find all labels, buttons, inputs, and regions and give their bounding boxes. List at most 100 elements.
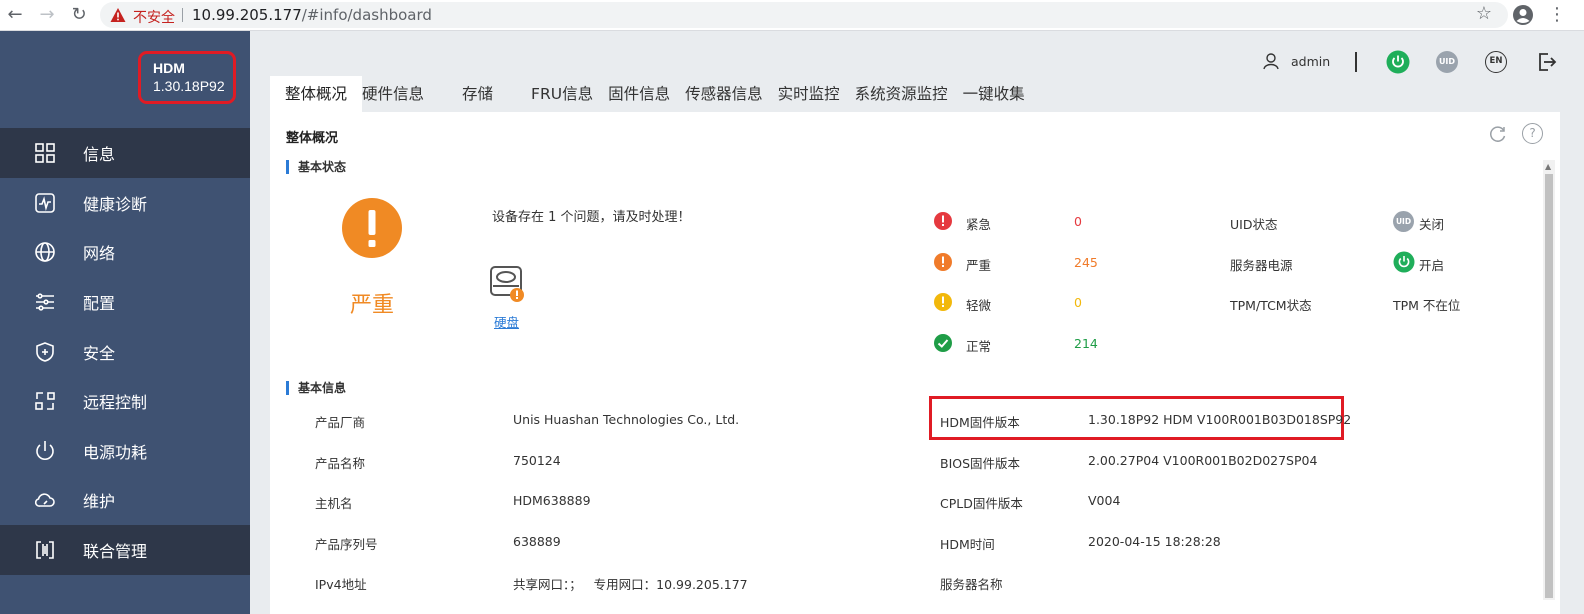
sidebar-item-remote-control[interactable]: 远程控制 <box>0 376 250 426</box>
info-label: 产品序列号 <box>315 537 378 552</box>
sliders-icon <box>31 288 59 316</box>
back-arrow-icon[interactable]: ← <box>4 4 26 26</box>
profile-avatar-icon[interactable] <box>1512 4 1534 26</box>
url-host: 10.99.205.177 <box>192 6 302 24</box>
logout-icon[interactable] <box>1534 50 1558 74</box>
sidebar-item-config[interactable]: 配置 <box>0 277 250 327</box>
reload-icon[interactable]: ↻ <box>68 4 90 26</box>
tab-bar: 整体概况 硬件信息 存储 FRU信息 固件信息 传感器信息 实时监控 系统资源监… <box>270 76 1040 112</box>
info-value: 共享网口：； 专用网口：10.99.205.177 <box>513 577 748 592</box>
tab-system-resources[interactable]: 系统资源监控 <box>855 76 963 112</box>
sidebar-item-federation[interactable]: 联合管理 <box>0 525 250 575</box>
uid-button[interactable]: UID <box>1436 51 1458 73</box>
uid-status-value: 关闭 <box>1419 217 1445 232</box>
scrollbar-thumb[interactable] <box>1545 174 1553 598</box>
uid-status-label: UID状态 <box>1230 217 1278 232</box>
info-label: CPLD固件版本 <box>940 496 1023 511</box>
severe-small-icon <box>934 253 952 271</box>
count-severe-value[interactable]: 245 <box>1074 255 1098 270</box>
sidebar-item-security[interactable]: 安全 <box>0 327 250 377</box>
sidebar-item-health[interactable]: 健康诊断 <box>0 178 250 228</box>
info-label: 产品厂商 <box>315 415 366 430</box>
sidebar-item-label: 远程控制 <box>83 393 148 412</box>
info-value: 638889 <box>513 534 561 549</box>
tab-storage[interactable]: 存储 <box>454 76 531 112</box>
normal-check-icon <box>934 334 952 352</box>
server-power-label: 服务器电源 <box>1230 258 1293 273</box>
info-value: 2020-04-15 18:28:28 <box>1088 534 1221 549</box>
tpm-status-label: TPM/TCM状态 <box>1230 298 1312 313</box>
tab-fru[interactable]: FRU信息 <box>531 76 608 112</box>
panel-title: 整体概况 <box>286 131 339 146</box>
federation-icon <box>31 536 59 564</box>
overall-status-text: 严重 <box>350 293 395 318</box>
info-value: Unis Huashan Technologies Co., Ltd. <box>513 412 740 427</box>
header-divider <box>1355 52 1357 72</box>
url-path: /#info/dashboard <box>301 6 432 24</box>
problem-message: 设备存在 1 个问题，请及时处理！ <box>492 210 691 225</box>
tab-firmware[interactable]: 固件信息 <box>608 76 685 112</box>
help-icon[interactable]: ? <box>1522 123 1543 144</box>
forward-arrow-icon[interactable]: → <box>36 4 58 26</box>
browser-menu-icon[interactable]: ⋮ <box>1548 4 1566 26</box>
power-on-icon <box>1393 251 1415 273</box>
shield-plus-icon <box>31 338 59 366</box>
info-label: HDM时间 <box>940 537 995 552</box>
sidebar-item-info[interactable]: 信息 <box>0 128 250 178</box>
sidebar-item-label: 健康诊断 <box>83 195 148 214</box>
uid-status-badge: UID <box>1393 211 1414 232</box>
panel-scrollbar[interactable] <box>1543 160 1555 600</box>
power-status-button-icon[interactable] <box>1386 50 1410 74</box>
count-normal-label: 正常 <box>966 339 992 354</box>
username[interactable]: admin <box>1291 54 1330 69</box>
sidebar-item-maintenance[interactable]: 维护 <box>0 475 250 525</box>
brand-name: HDM <box>153 60 185 76</box>
count-normal-value[interactable]: 214 <box>1074 336 1098 351</box>
count-severe-label: 严重 <box>966 258 992 273</box>
basic-status-title: 基本状态 <box>286 160 346 174</box>
hard-disk-icon[interactable] <box>489 264 529 304</box>
sidebar-item-network[interactable]: 网络 <box>0 227 250 277</box>
info-label: 主机名 <box>315 496 353 511</box>
server-power-value: 开启 <box>1419 258 1445 273</box>
sidebar-item-label: 信息 <box>83 145 116 164</box>
sidebar: HDM 1.30.18P92 信息 健康诊断 网络 配置 安全 远程控制 电源功… <box>0 31 250 614</box>
insecure-label: 不安全 <box>133 10 175 26</box>
refresh-icon[interactable] <box>1488 124 1508 144</box>
problem-item-link[interactable]: 硬盘 <box>494 312 519 331</box>
count-urgent-label: 紧急 <box>966 217 992 232</box>
sidebar-item-label: 配置 <box>83 294 116 313</box>
sidebar-item-power[interactable]: 电源功耗 <box>0 426 250 476</box>
scroll-up-arrow-icon[interactable]: ▲ <box>1545 162 1551 171</box>
info-value: 750124 <box>513 453 561 468</box>
browser-toolbar: ← → ↻ 不安全 10.99.205.177/#info/dashboard … <box>0 0 1584 31</box>
tpm-status-value: TPM 不在位 <box>1393 298 1461 313</box>
count-minor-label: 轻微 <box>966 298 992 313</box>
address-bar[interactable]: 不安全 10.99.205.177/#info/dashboard <box>100 2 1508 28</box>
minor-alert-icon <box>934 293 952 311</box>
user-icon <box>1263 53 1279 70</box>
sidebar-item-label: 联合管理 <box>83 542 148 561</box>
grid-icon <box>31 139 59 167</box>
info-label: 产品名称 <box>315 456 366 471</box>
tab-one-click-collect[interactable]: 一键收集 <box>963 76 1040 112</box>
count-minor-value[interactable]: 0 <box>1074 295 1082 310</box>
info-value: 2.00.27P04 V100R001B02D027SP04 <box>1088 453 1318 468</box>
tab-hardware[interactable]: 硬件信息 <box>362 76 454 112</box>
severe-alert-icon <box>342 198 402 258</box>
count-urgent-value[interactable]: 0 <box>1074 214 1082 229</box>
info-label: IPv4地址 <box>315 577 367 592</box>
sidebar-item-label: 安全 <box>83 344 116 363</box>
info-label: BIOS固件版本 <box>940 456 1021 471</box>
basic-info-title: 基本信息 <box>286 381 346 395</box>
bookmark-star-icon[interactable]: ☆ <box>1474 4 1494 24</box>
health-monitor-icon <box>31 189 59 217</box>
sidebar-item-label: 网络 <box>83 244 116 263</box>
tab-overview[interactable]: 整体概况 <box>270 76 363 112</box>
tab-sensors[interactable]: 传感器信息 <box>685 76 778 112</box>
tab-realtime[interactable]: 实时监控 <box>778 76 855 112</box>
language-button[interactable]: EN <box>1485 51 1507 73</box>
sidebar-item-label: 维护 <box>83 492 116 511</box>
urgent-alert-icon <box>934 212 952 230</box>
info-value: 1.30.18P92 HDM V100R001B03D018SP92 <box>1088 412 1352 427</box>
